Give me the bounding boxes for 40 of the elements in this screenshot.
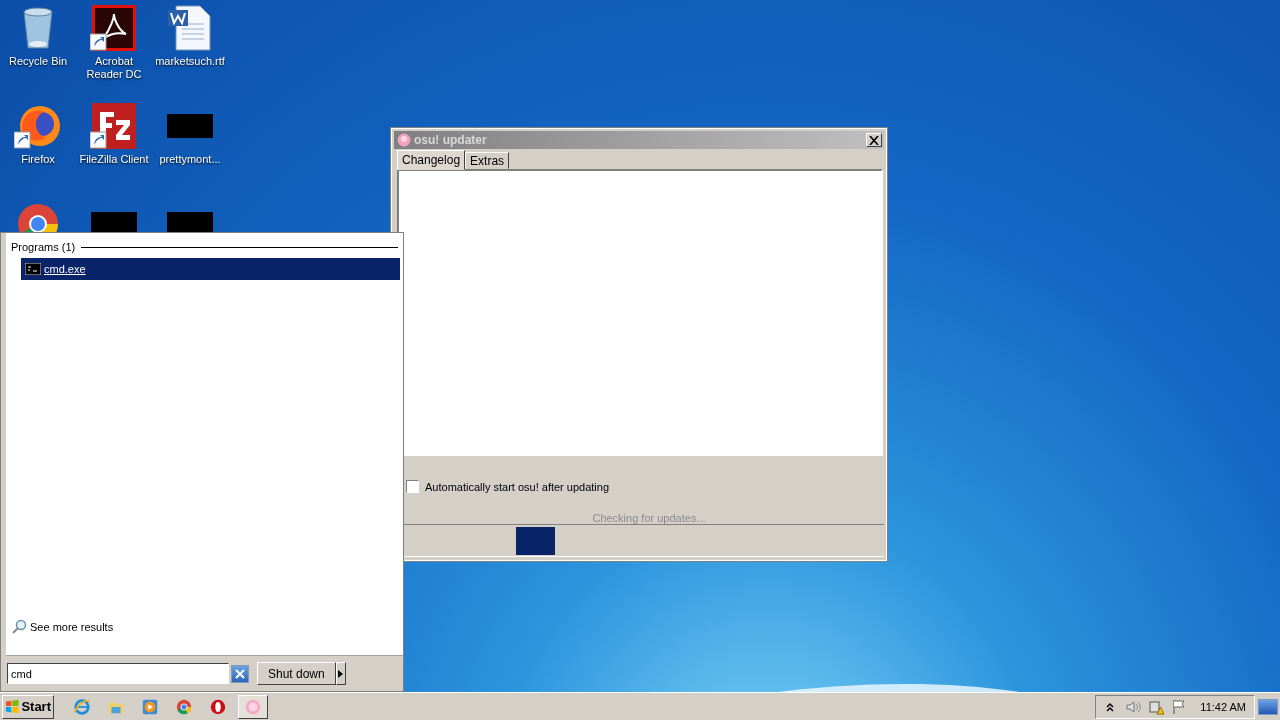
media-player-icon: [141, 697, 159, 716]
shut-down-options-button[interactable]: [335, 662, 346, 685]
checkbox[interactable]: [406, 480, 419, 493]
flag-icon[interactable]: [1171, 698, 1188, 715]
windows-logo: [5, 698, 20, 715]
console-icon: [25, 263, 41, 275]
progress-marquee: [516, 527, 555, 555]
search-icon: [11, 619, 27, 635]
clear-button[interactable]: [231, 664, 249, 683]
taskbar-button[interactable]: [238, 694, 268, 719]
osu-icon: [397, 133, 411, 147]
icon-label[interactable]: FileZilla Client: [79, 153, 149, 166]
close-button[interactable]: [866, 133, 882, 147]
icon-label[interactable]: Recycle Bin: [8, 55, 68, 68]
icon-label[interactable]: Acrobat Reader DC: [76, 55, 152, 81]
browser-icon: [175, 697, 193, 716]
shut-down-button[interactable]: Shut down: [257, 662, 336, 685]
caret-icon: [338, 669, 344, 678]
icon-label[interactable]: prettymont...: [159, 153, 221, 166]
checkbox-label[interactable]: Automatically start osu! after updating: [425, 480, 610, 493]
icon-label[interactable]: Firefox: [21, 153, 55, 166]
show-desktop-button[interactable]: [1258, 698, 1278, 715]
tab[interactable]: Changelog: [397, 150, 466, 170]
close-icon: [869, 135, 879, 145]
see-more-link[interactable]: See more results: [11, 619, 400, 635]
speaker-icon[interactable]: [1125, 698, 1142, 715]
network-warning-icon[interactable]: [1148, 698, 1165, 715]
group-heading: Programs (1): [11, 241, 76, 253]
osu-icon: [244, 697, 262, 716]
tab[interactable]: Extras: [465, 152, 510, 169]
close-icon: [235, 668, 245, 679]
icon-label[interactable]: marketsuch.rtf: [155, 55, 225, 68]
window-title: osu! updater: [414, 133, 487, 147]
search-result[interactable]: cmd.exe: [21, 258, 400, 280]
browser-icon: [73, 697, 91, 716]
start-button[interactable]: Start: [2, 694, 54, 719]
opera-icon: [209, 697, 227, 716]
status-text: Checking for updates...: [591, 512, 707, 524]
clock[interactable]: 11:42 AM: [1200, 700, 1246, 713]
search-field[interactable]: cmd: [7, 663, 229, 684]
